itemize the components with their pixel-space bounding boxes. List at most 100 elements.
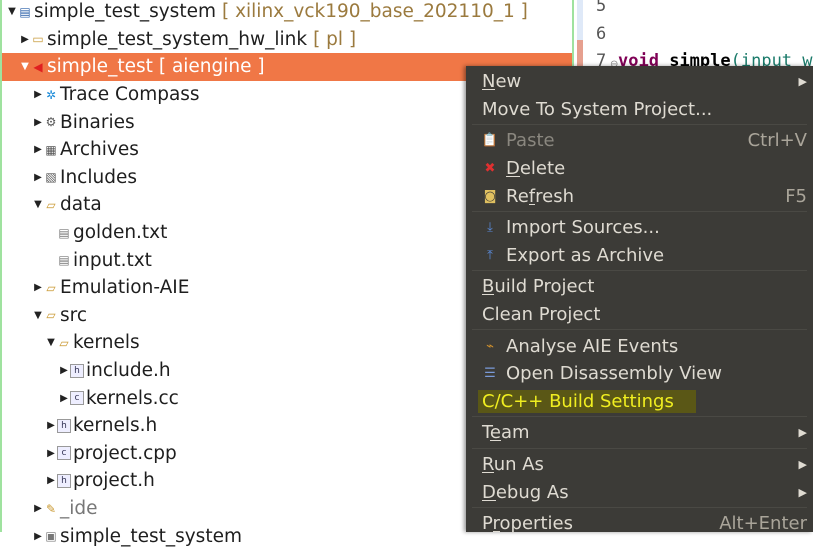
collapse-arrow-icon[interactable]: ▶ [45,420,57,431]
delete-icon: ✖ [484,161,496,177]
folder-icon: ▱ [46,308,56,323]
hw-link-project-icon: ▭ [32,32,44,47]
menu-shortcut: Ctrl+V [747,130,807,152]
menu-separator [472,507,807,508]
menu-item-move-to-system-project[interactable]: Move To System Project... [466,96,813,124]
folder-icon: ▱ [46,280,56,295]
menu-item-label: Move To System Project... [482,98,713,120]
menu-item-paste: 📋 Paste Ctrl+V [466,127,813,155]
tree-item[interactable]: ▼ ▤ simple_test_system[ xilinx_vck190_base… [2,0,572,26]
collapse-arrow-icon[interactable]: ▶ [32,117,44,128]
tree-item-label: include.h [86,360,171,382]
menu-separator [472,211,807,212]
collapse-arrow-icon[interactable]: ▶ [45,475,57,486]
menu-item-import-sources[interactable]: ⤓ Import Sources... [466,214,813,242]
submenu-arrow-icon: ▶ [798,426,807,440]
menu-item-label: Debug As [482,481,569,503]
analyse-events-icon: ⌁ [486,338,494,354]
system-project-icon: ▤ [19,4,31,19]
paste-icon: 📋 [481,133,499,149]
submenu-arrow-icon: ▶ [798,75,807,89]
annotation-marker [577,40,583,68]
tree-item-label: simple_test_system [60,525,242,547]
expand-arrow-icon[interactable]: ▼ [32,199,44,210]
submenu-arrow-icon: ▶ [798,458,807,472]
menu-item-label: Clean Project [482,304,601,326]
tree-item-label: golden.txt [73,222,168,244]
menu-item-label: Refresh [506,185,574,207]
collapse-arrow-icon[interactable]: ▶ [32,503,44,514]
text-file-icon: ▤ [58,225,70,240]
menu-item-run-as[interactable]: Run As ▶ [466,451,813,479]
menu-item-c-c-build-settings[interactable]: C/C++ Build Settings [466,388,813,416]
menu-shortcut: Alt+Enter [719,513,807,535]
menu-item-analyse-aie-events[interactable]: ⌁ Analyse AIE Events [466,332,813,360]
menu-item-label: Paste [506,130,555,152]
collapse-arrow-icon[interactable]: ▶ [32,172,44,183]
menu-separator [472,447,807,449]
tree-item-label: src [60,304,88,326]
collapse-arrow-icon[interactable]: ▶ [58,393,70,404]
menu-item-label: C/C++ Build Settings [478,389,696,413]
tree-item-decoration: [ pl ] [313,28,357,50]
tree-item-label: _ide [60,498,98,520]
line-number: 5 [596,0,607,16]
archives-icon: ▦ [45,142,57,157]
tree-item[interactable]: ▶ ▭ simple_test_system_hw_link[ pl ] [2,26,572,54]
tree-item-label: Trace Compass [60,84,200,106]
project-icon: ▣ [45,529,57,544]
expand-arrow-icon[interactable]: ▼ [45,337,57,348]
collapse-arrow-icon[interactable]: ▶ [32,531,44,542]
tree-item-label: kernels.cc [86,387,179,409]
tree-item-label: project.h [73,470,155,492]
menu-item-team[interactable]: Team ▶ [466,419,813,447]
menu-item-new[interactable]: New ▶ [466,68,813,96]
menu-shortcut: F5 [785,185,807,207]
collapse-arrow-icon[interactable]: ▶ [45,448,57,459]
menu-item-open-disassembly-view[interactable]: ☰ Open Disassembly View [466,360,813,388]
menu-item-build-project[interactable]: Build Project [466,273,813,301]
ide-folder-icon: ✎ [45,501,57,516]
tree-item-label: input.txt [73,249,152,271]
expand-arrow-icon[interactable]: ▼ [19,61,31,72]
menu-separator [472,416,807,418]
tree-item-decoration: [ aiengine ] [158,56,265,78]
aiengine-project-icon: ◀ [33,59,43,74]
menu-separator [472,329,807,331]
c-file-icon: c [70,391,84,406]
menu-separator [472,124,807,126]
header-file-icon: h [70,363,84,378]
tree-item-label: Binaries [60,111,135,133]
tree-item-label: Archives [60,139,139,161]
folder-icon: ▱ [46,197,56,212]
expand-arrow-icon[interactable]: ▼ [6,6,18,17]
collapse-arrow-icon[interactable]: ▶ [32,282,44,293]
menu-item-label: Open Disassembly View [506,363,722,385]
menu-item-delete[interactable]: ✖ Delete [466,155,813,183]
collapse-arrow-icon[interactable]: ▶ [32,144,44,155]
tree-item-label: simple_test_system_hw_link [47,28,308,50]
menu-item-debug-as[interactable]: Debug As ▶ [466,478,813,506]
line-number: 6 [596,23,607,44]
menu-item-label: New [482,71,522,93]
tree-item-label: simple_test [47,56,153,78]
menu-item-label: Run As [482,454,544,476]
menu-item-refresh[interactable]: ◙ Refresh F5 [466,182,813,210]
menu-item-label: Analyse AIE Events [506,335,679,357]
menu-item-clean-project[interactable]: Clean Project [466,301,813,329]
submenu-arrow-icon: ▶ [798,485,807,499]
tree-item-label: kernels.h [73,415,158,437]
menu-item-label: Export as Archive [506,244,665,266]
menu-item-export-as-archive[interactable]: ⤒ Export as Archive [466,242,813,270]
c-file-icon: c [57,446,71,461]
tree-item-label: Includes [60,166,137,188]
collapse-arrow-icon[interactable]: ▶ [19,34,31,45]
menu-item-properties[interactable]: Properties Alt+Enter [466,510,813,538]
export-icon: ⤒ [487,247,493,263]
expand-arrow-icon[interactable]: ▼ [32,310,44,321]
menu-item-label: Properties [482,513,573,535]
import-icon: ⤓ [487,220,493,236]
tree-item-decoration: [ xilinx_vck190_base_202110_1 ] [221,1,528,23]
collapse-arrow-icon[interactable]: ▶ [32,89,44,100]
collapse-arrow-icon[interactable]: ▶ [58,365,70,376]
